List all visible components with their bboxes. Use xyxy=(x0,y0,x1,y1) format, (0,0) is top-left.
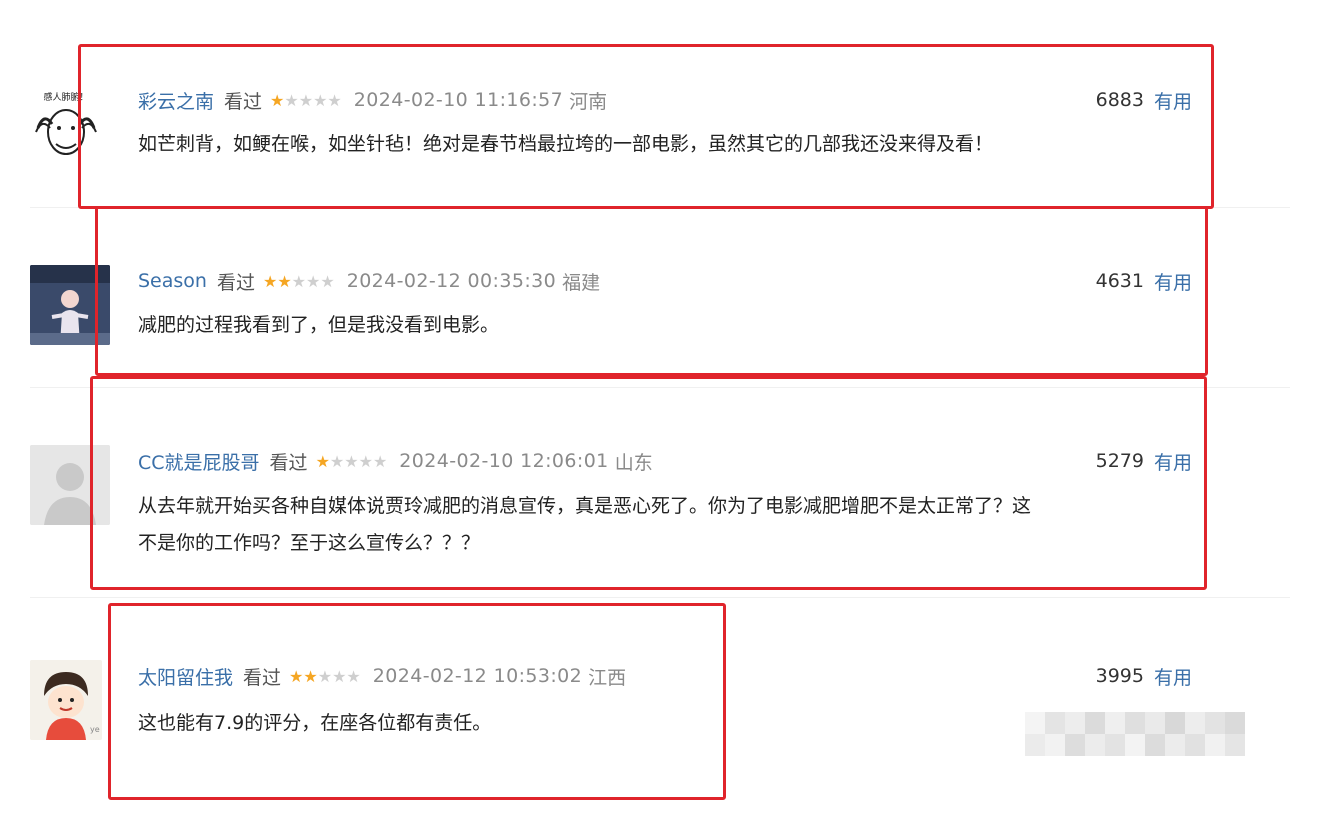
highlight-box xyxy=(90,376,1207,590)
highlight-box xyxy=(108,603,726,800)
useful-button[interactable]: 有用 xyxy=(1154,663,1192,690)
mosaic-blur xyxy=(1025,712,1245,756)
highlight-box xyxy=(95,206,1208,376)
avatar[interactable]: ye xyxy=(30,660,102,740)
vote-area: 3995 有用 xyxy=(1096,662,1192,690)
highlight-box xyxy=(78,44,1214,209)
divider xyxy=(30,597,1290,598)
vote-count: 3995 xyxy=(1095,665,1144,687)
svg-text:ye: ye xyxy=(90,725,100,734)
